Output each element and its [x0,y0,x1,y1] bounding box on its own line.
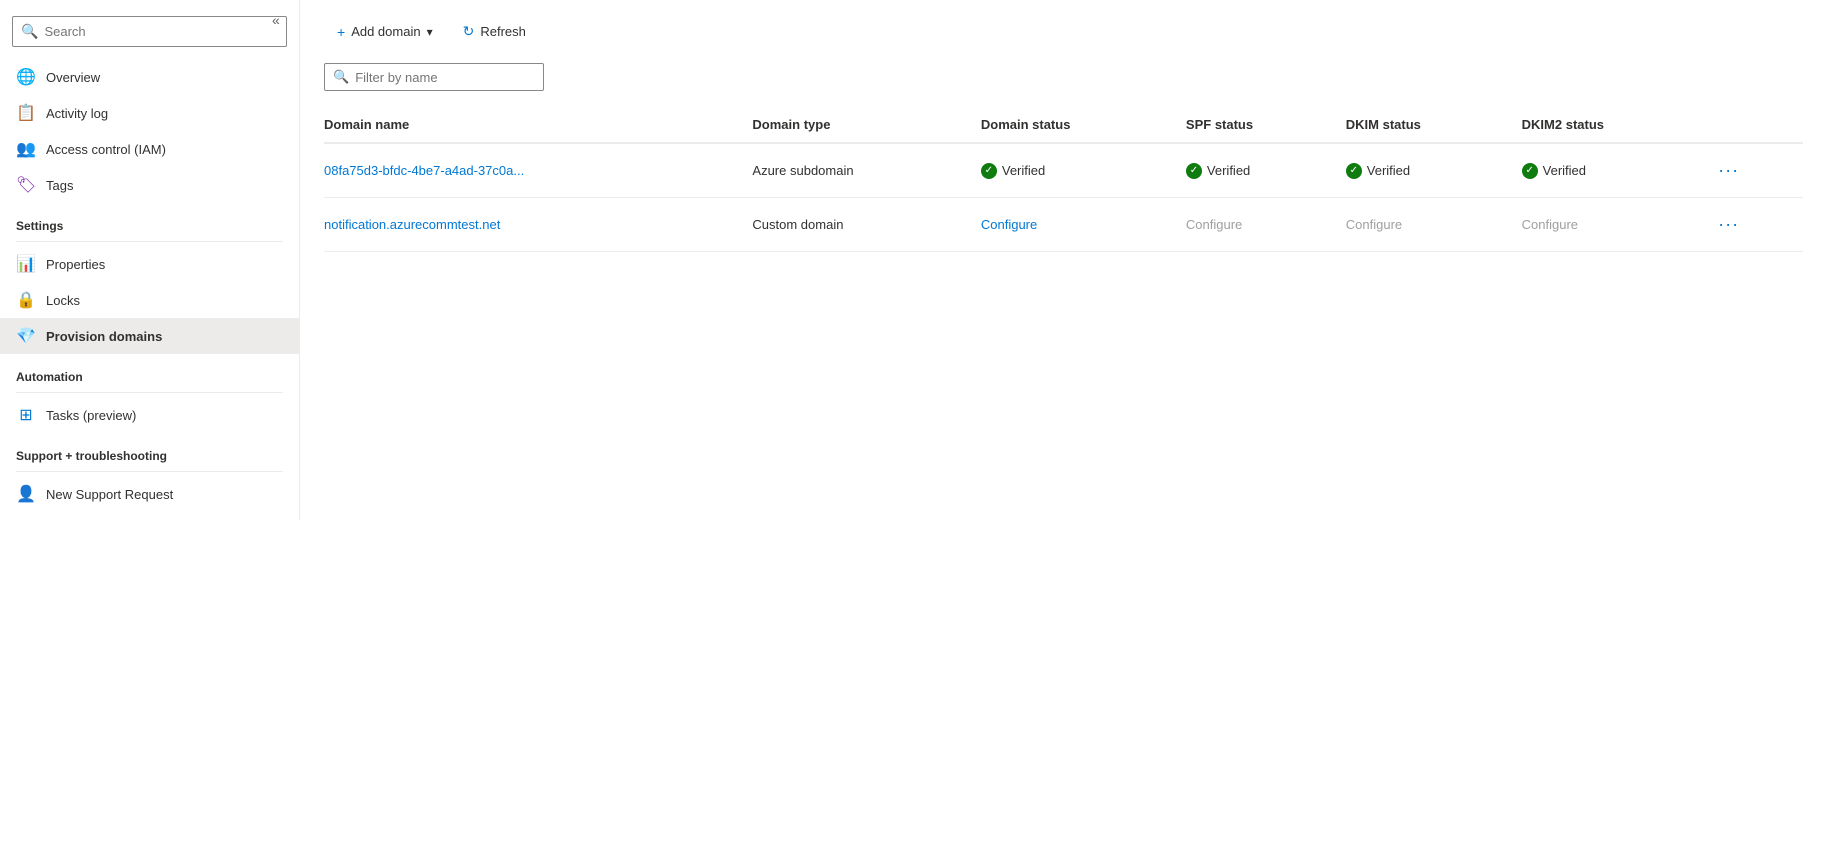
domain-status-configure[interactable]: Configure [981,217,1037,232]
col-domain-type: Domain type [752,107,980,143]
dkim-configure-grey: Configure [1346,217,1402,232]
cell-row2-actions: ··· [1712,198,1803,252]
domain-status-label: Verified [1002,163,1045,178]
sidebar-item-label: Properties [46,257,105,272]
spf-configure-grey: Configure [1186,217,1242,232]
table-row: notification.azurecommtest.net Custom do… [324,198,1803,252]
collapse-button[interactable]: « [268,10,284,30]
list-icon: 📋 [16,103,36,123]
search-box[interactable]: 🔍 [12,16,287,47]
col-domain-status: Domain status [981,107,1186,143]
domains-table: Domain name Domain type Domain status SP… [324,107,1803,252]
cell-domain-type: Azure subdomain [752,143,980,198]
sidebar-item-provision-domains[interactable]: 💎 Provision domains [0,318,299,354]
person-circle-icon: 👤 [16,484,36,504]
cell-dkim2-status: ✓ Verified [1522,143,1712,198]
cell-domain-status: ✓ Verified [981,143,1186,198]
settings-section-header: Settings [0,203,299,237]
dkim2-status-verified: ✓ Verified [1522,163,1700,179]
sidebar-item-activity-log[interactable]: 📋 Activity log [0,95,299,131]
add-domain-label: Add domain [351,24,420,39]
filter-bar: 🔍 [324,63,1803,91]
dkim2-status-label: Verified [1543,163,1586,178]
spf-status-verified: ✓ Verified [1186,163,1334,179]
filter-search-icon: 🔍 [333,69,349,85]
col-actions [1712,107,1803,143]
table-body: 08fa75d3-bfdc-4be7-a4ad-37c0a... Azure s… [324,143,1803,252]
people-icon: 👥 [16,139,36,159]
cell-row1-actions: ··· [1712,143,1803,198]
sidebar-item-locks[interactable]: 🔒 Locks [0,282,299,318]
settings-divider [16,241,283,242]
cell-spf-status-2: Configure [1186,198,1346,252]
cell-domain-status-2: Configure [981,198,1186,252]
sidebar-panel: 🔍 « 🌐 Overview 📋 Activity log 👥 Access c… [0,0,300,520]
domain-name-link[interactable]: 08fa75d3-bfdc-4be7-a4ad-37c0a... [324,163,524,178]
cell-domain-name: 08fa75d3-bfdc-4be7-a4ad-37c0a... [324,143,752,198]
sidebar-item-label: Access control (IAM) [46,142,166,157]
automation-divider [16,392,283,393]
sidebar-item-label: Tasks (preview) [46,408,136,423]
sidebar-item-tasks[interactable]: ⊞ Tasks (preview) [0,397,299,433]
dkim-check-icon: ✓ [1346,163,1362,179]
filter-input[interactable] [355,70,535,85]
tag-icon: 🏷 [16,175,36,195]
col-dkim2-status: DKIM2 status [1522,107,1712,143]
sidebar-item-label: Overview [46,70,100,85]
globe-icon: 🌐 [16,67,36,87]
domain-status-verified: ✓ Verified [981,163,1174,179]
row1-more-button[interactable]: ··· [1712,158,1745,183]
support-divider [16,471,283,472]
sidebar-item-overview[interactable]: 🌐 Overview [0,59,299,95]
cell-domain-name-2: notification.azurecommtest.net [324,198,752,252]
refresh-label: Refresh [480,24,526,39]
search-input[interactable] [44,24,278,39]
col-domain-name: Domain name [324,107,752,143]
refresh-button[interactable]: ↻ Refresh [450,16,539,47]
dkim-status-verified: ✓ Verified [1346,163,1510,179]
plus-icon: + [337,24,345,40]
cell-dkim-status: ✓ Verified [1346,143,1522,198]
chevron-down-icon: ▾ [427,25,433,39]
grid-icon: ⊞ [16,405,36,425]
sidebar-item-label: Locks [46,293,80,308]
table-row: 08fa75d3-bfdc-4be7-a4ad-37c0a... Azure s… [324,143,1803,198]
sidebar-item-label: New Support Request [46,487,173,502]
sidebar-item-new-support[interactable]: 👤 New Support Request [0,476,299,512]
spf-check-icon: ✓ [1186,163,1202,179]
cell-spf-status: ✓ Verified [1186,143,1346,198]
dkim-status-label: Verified [1367,163,1410,178]
refresh-icon: ↻ [463,23,475,40]
row2-more-button[interactable]: ··· [1712,212,1745,237]
search-icon: 🔍 [21,23,38,40]
cell-domain-type-2: Custom domain [752,198,980,252]
automation-section-header: Automation [0,354,299,388]
domain-name-link-2[interactable]: notification.azurecommtest.net [324,217,500,232]
spf-status-label: Verified [1207,163,1250,178]
col-spf-status: SPF status [1186,107,1346,143]
cell-dkim-status-2: Configure [1346,198,1522,252]
bars-icon: 📊 [16,254,36,274]
sidebar-item-label: Tags [46,178,73,193]
add-domain-button[interactable]: + Add domain ▾ [324,17,446,47]
col-dkim-status: DKIM status [1346,107,1522,143]
diamond-icon: 💎 [16,326,36,346]
toolbar: + Add domain ▾ ↻ Refresh [324,16,1803,47]
support-section-header: Support + troubleshooting [0,433,299,467]
sidebar-item-tags[interactable]: 🏷 Tags [0,167,299,203]
table-header: Domain name Domain type Domain status SP… [324,107,1803,143]
lock-icon: 🔒 [16,290,36,310]
sidebar-item-label: Provision domains [46,329,162,344]
cell-dkim2-status-2: Configure [1522,198,1712,252]
sidebar-item-access-control[interactable]: 👥 Access control (IAM) [0,131,299,167]
dkim2-check-icon: ✓ [1522,163,1538,179]
sidebar-item-label: Activity log [46,106,108,121]
verified-check-icon: ✓ [981,163,997,179]
main-content: + Add domain ▾ ↻ Refresh 🔍 Domain name D… [300,0,1827,860]
sidebar: 🔍 « 🌐 Overview 📋 Activity log 👥 Access c… [0,0,300,860]
sidebar-item-properties[interactable]: 📊 Properties [0,246,299,282]
filter-input-wrap[interactable]: 🔍 [324,63,544,91]
dkim2-configure-grey: Configure [1522,217,1578,232]
